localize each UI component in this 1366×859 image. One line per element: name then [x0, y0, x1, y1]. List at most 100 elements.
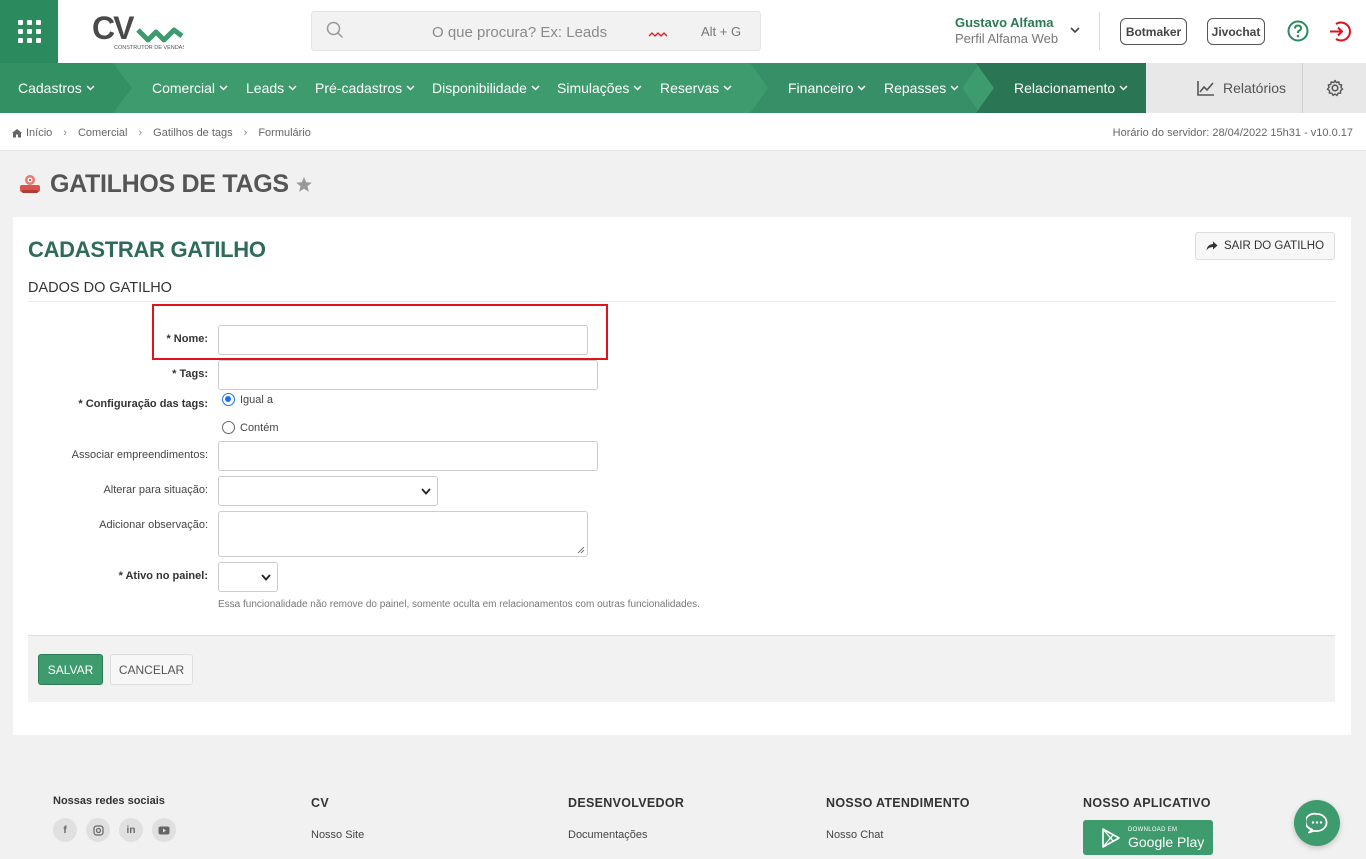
share-arrow-icon [1206, 241, 1218, 251]
tags-label: * Tags: [172, 368, 208, 380]
google-play-button[interactable]: DOWNLOAD EM Google Play [1083, 820, 1213, 855]
home-icon [12, 129, 22, 138]
brand-logo[interactable]: CV CONSTRUTOR DE VENDAS [92, 10, 186, 52]
situacao-select[interactable] [218, 476, 438, 506]
section-divider [28, 301, 1335, 302]
nav-label: Relacionamento [1014, 80, 1116, 96]
apps-menu-button[interactable] [0, 0, 58, 63]
resize-grip-icon[interactable] [577, 546, 585, 554]
cancel-button[interactable]: CANCELAR [110, 654, 193, 685]
support-title: NOSSO ATENDIMENTO [826, 796, 970, 810]
nav-label: Comercial [152, 80, 216, 96]
chevron-down-icon [531, 85, 540, 91]
tags-input[interactable] [218, 360, 598, 390]
breadcrumb-home[interactable]: Início [26, 127, 52, 139]
save-button[interactable]: SALVAR [38, 654, 103, 685]
botmaker-button[interactable]: Botmaker [1120, 18, 1187, 45]
youtube-icon[interactable] [152, 818, 176, 842]
radio-button[interactable] [222, 421, 235, 434]
instagram-icon[interactable] [86, 818, 110, 842]
nav-label: Cadastros [18, 80, 82, 96]
nav-disponibilidade[interactable]: Disponibilidade [432, 63, 540, 113]
search-input[interactable] [432, 21, 632, 43]
radio-button[interactable] [222, 393, 235, 406]
nav-repasses[interactable]: Repasses [884, 63, 959, 113]
user-menu[interactable]: Gustavo Alfama Perfil Alfama Web [955, 15, 1058, 46]
config-option-contains[interactable]: Contém [222, 421, 279, 434]
linkedin-icon[interactable]: in [119, 818, 143, 842]
global-search: Alt + G [311, 11, 761, 51]
breadcrumb-separator: › [138, 127, 143, 139]
nav-label: Pré-cadastros [315, 80, 403, 96]
apps-grid-icon [17, 20, 41, 43]
header-divider [1099, 12, 1100, 50]
radio-label: Contém [240, 421, 279, 434]
facebook-icon[interactable]: f [53, 818, 77, 842]
app-title: NOSSO APLICATIVO [1083, 796, 1211, 810]
nav-leads[interactable]: Leads [246, 63, 297, 113]
exit-trigger-button[interactable]: SAIR DO GATILHO [1195, 232, 1335, 260]
ativo-help-text: Essa funcionalidade não remove do painel… [218, 599, 700, 610]
server-time: Horário do servidor: 28/04/2022 15h31 - … [1112, 127, 1353, 139]
chat-button[interactable] [1294, 800, 1340, 846]
radio-label: Igual a [240, 393, 274, 406]
google-play-icon [1102, 827, 1120, 848]
breadcrumb-gatilhos[interactable]: Gatilhos de tags [153, 127, 233, 139]
nav-label: Relatórios [1223, 80, 1287, 96]
spellcheck-wave-icon [648, 32, 668, 37]
ativo-select[interactable] [218, 562, 278, 592]
chevron-down-icon [723, 85, 732, 91]
empreendimentos-label: Associar empreendimentos: [71, 449, 208, 461]
nav-pre-cadastros[interactable]: Pré-cadastros [315, 63, 415, 113]
breadcrumb-comercial[interactable]: Comercial [78, 127, 128, 139]
docs-link[interactable]: Documentações [568, 829, 648, 841]
chevron-down-icon[interactable] [1070, 26, 1080, 34]
form-title: CADASTRAR GATILHO [28, 237, 266, 262]
nav-label: Reservas [660, 80, 720, 96]
config-option-equal[interactable]: Igual a [222, 393, 273, 406]
gplay-small-text: DOWNLOAD EM [1128, 826, 1178, 833]
chat-link[interactable]: Nosso Chat [826, 829, 883, 841]
search-icon [326, 21, 344, 39]
top-header: CV CONSTRUTOR DE VENDAS Alt + G Gustavo … [0, 0, 1366, 63]
page-header: GATILHOS DE TAGS [18, 170, 313, 199]
nav-simulacoes[interactable]: Simulações [557, 63, 642, 113]
help-icon[interactable] [1287, 20, 1309, 42]
config-label: * Configuração das tags: [78, 398, 208, 410]
settings-button[interactable] [1302, 63, 1366, 113]
nav-financeiro[interactable]: Financeiro [788, 63, 866, 113]
gplay-big-text: Google Play [1128, 833, 1205, 850]
logout-icon[interactable] [1328, 20, 1351, 43]
breadcrumb-separator: › [63, 127, 67, 139]
nav-relatorios[interactable]: Relatórios [1197, 63, 1286, 113]
user-profile: Perfil Alfama Web [955, 31, 1059, 46]
breadcrumb-separator: › [243, 127, 248, 139]
empreendimentos-input[interactable] [218, 441, 598, 471]
main-navbar: Cadastros Comercial Leads Pré-cadastros … [0, 63, 1366, 113]
site-link[interactable]: Nosso Site [311, 829, 364, 841]
nav-label: Financeiro [788, 80, 854, 96]
chevron-down-icon [406, 85, 415, 91]
nav-cadastros[interactable]: Cadastros [18, 63, 95, 113]
gear-icon [1326, 79, 1343, 97]
tag-trigger-icon [20, 174, 40, 193]
chevron-down-icon [857, 85, 866, 91]
observacao-textarea[interactable] [218, 511, 588, 557]
observacao-label: Adicionar observação: [99, 519, 208, 531]
page-title: GATILHOS DE TAGS [50, 170, 289, 198]
nav-label: Simulações [557, 80, 630, 96]
nav-reservas[interactable]: Reservas [660, 63, 732, 113]
nav-comercial[interactable]: Comercial [152, 63, 228, 113]
cv-title: CV [311, 796, 329, 810]
star-icon[interactable] [295, 176, 313, 194]
highlight-box [152, 304, 608, 360]
nav-relacionamento[interactable]: Relacionamento [1014, 63, 1128, 113]
jivochat-button[interactable]: Jivochat [1207, 18, 1265, 45]
dev-title: DESENVOLVEDOR [568, 796, 685, 810]
nav-label: Leads [246, 80, 285, 96]
situacao-label: Alterar para situação: [103, 484, 208, 496]
chevron-down-icon [421, 488, 431, 495]
form-card: CADASTRAR GATILHO SAIR DO GATILHO DADOS … [13, 217, 1351, 735]
chevron-down-icon [219, 85, 228, 91]
section-title: DADOS DO GATILHO [28, 280, 172, 296]
